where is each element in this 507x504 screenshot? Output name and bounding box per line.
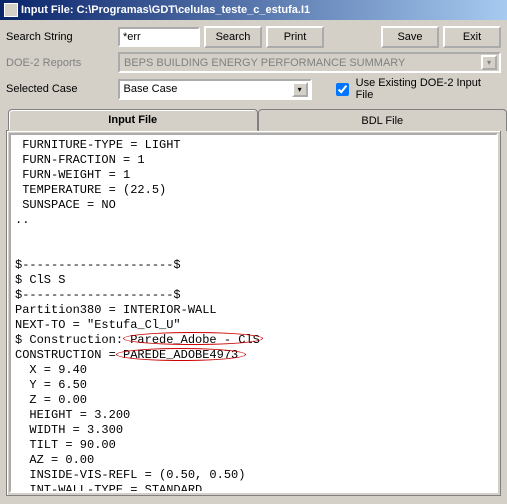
use-existing-checkbox-row[interactable]: Use Existing DOE-2 Input File [332,77,501,101]
dropdown-icon[interactable]: ▾ [481,55,497,70]
window-icon [4,3,18,17]
print-button[interactable]: Print [266,26,324,48]
tab-input-file[interactable]: Input File [8,109,258,131]
reports-value: BEPS BUILDING ENERGY PERFORMANCE SUMMARY [124,57,481,69]
window-title: Input File: C:\Programas\GDT\celulas_tes… [21,4,310,16]
use-existing-checkbox[interactable] [336,83,349,96]
dropdown-icon[interactable]: ▾ [292,82,308,97]
search-input[interactable] [118,27,200,47]
tab-bdl-file[interactable]: BDL File [258,109,507,131]
case-dropdown[interactable]: Base Case ▾ [118,79,312,100]
case-label: Selected Case [6,83,114,95]
file-content[interactable]: FURNITURE-TYPE = LIGHT FURN-FRACTION = 1… [9,133,498,493]
reports-dropdown[interactable]: BEPS BUILDING ENERGY PERFORMANCE SUMMARY… [118,52,501,73]
exit-button[interactable]: Exit [443,26,501,48]
reports-label: DOE-2 Reports [6,57,114,69]
save-button[interactable]: Save [381,26,439,48]
window-titlebar: Input File: C:\Programas\GDT\celulas_tes… [0,0,507,20]
search-button[interactable]: Search [204,26,262,48]
use-existing-label: Use Existing DOE-2 Input File [356,77,501,101]
file-text: FURNITURE-TYPE = LIGHT FURN-FRACTION = 1… [15,138,260,493]
search-label: Search String [6,31,114,43]
case-value: Base Case [124,83,292,95]
